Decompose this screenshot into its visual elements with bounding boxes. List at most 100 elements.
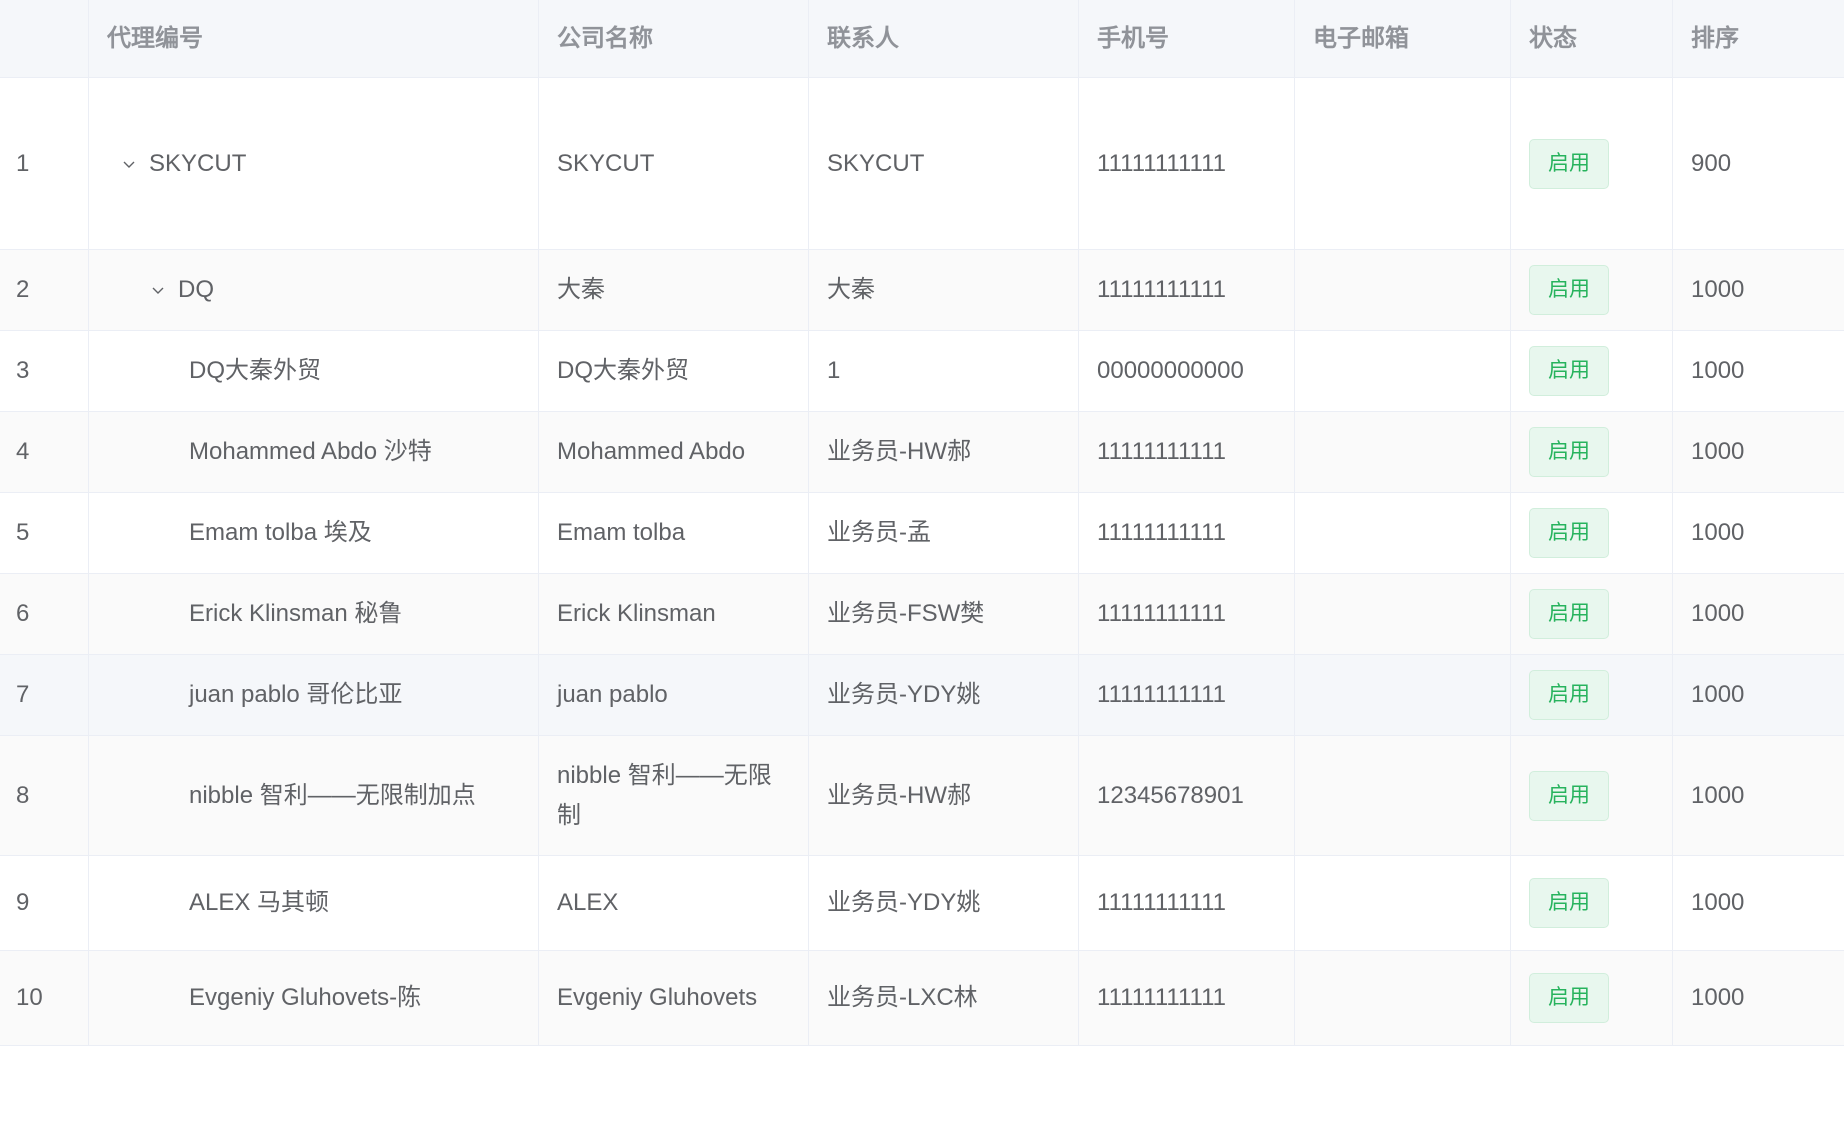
table-header: 代理编号 公司名称 联系人 手机号 电子邮箱 状态 排序 <box>0 0 1844 78</box>
header-status[interactable]: 状态 <box>1511 0 1673 77</box>
email <box>1295 856 1511 950</box>
table-row[interactable]: 2 DQ 大秦 大秦 11111111111 启用 1000 <box>0 250 1844 331</box>
phone: 11111111111 <box>1079 951 1295 1045</box>
header-phone[interactable]: 手机号 <box>1079 0 1295 77</box>
table-row[interactable]: 7 juan pablo 哥伦比亚 juan pablo 业务员-YDY姚 11… <box>0 655 1844 736</box>
chevron-down-icon[interactable] <box>146 278 170 302</box>
header-index <box>0 0 89 77</box>
company-name: Erick Klinsman <box>539 574 809 654</box>
phone: 00000000000 <box>1079 331 1295 411</box>
phone: 11111111111 <box>1079 856 1295 950</box>
row-index: 6 <box>0 574 89 654</box>
row-index: 1 <box>0 78 89 249</box>
agent-code-cell: SKYCUT <box>89 78 539 249</box>
agent-code-cell: ALEX 马其顿 <box>89 856 539 950</box>
header-company-name[interactable]: 公司名称 <box>539 0 809 77</box>
sort: 1000 <box>1691 681 1745 708</box>
row-index: 7 <box>0 655 89 735</box>
status-cell: 启用 <box>1511 574 1673 654</box>
email <box>1295 331 1511 411</box>
status-badge: 启用 <box>1529 265 1609 315</box>
email <box>1295 78 1511 249</box>
phone: 11111111111 <box>1079 493 1295 573</box>
status-cell: 启用 <box>1511 250 1673 330</box>
agent-code-cell: Emam tolba 埃及 <box>89 493 539 573</box>
table-row[interactable]: 10 Evgeniy Gluhovets-陈 Evgeniy Gluhovets… <box>0 951 1844 1046</box>
phone: 11111111111 <box>1079 78 1295 249</box>
status-badge: 启用 <box>1529 878 1609 928</box>
status-cell: 启用 <box>1511 951 1673 1045</box>
company-name: SKYCUT <box>539 78 809 249</box>
header-agent-code[interactable]: 代理编号 <box>89 0 539 77</box>
status-badge: 启用 <box>1529 670 1609 720</box>
agent-code: DQ <box>178 276 214 303</box>
agent-tree-table: 代理编号 公司名称 联系人 手机号 电子邮箱 状态 排序 1 SKYCUT SK… <box>0 0 1844 1138</box>
chevron-down-icon[interactable] <box>117 152 141 176</box>
agent-code: ALEX 马其顿 <box>189 889 330 916</box>
phone: 12345678901 <box>1079 736 1295 855</box>
header-contact[interactable]: 联系人 <box>809 0 1079 77</box>
row-index: 2 <box>0 250 89 330</box>
agent-code: nibble 智利——无限制加点 <box>189 781 476 809</box>
contact: 业务员-孟 <box>809 493 1079 573</box>
agent-code: Evgeniy Gluhovets-陈 <box>189 984 422 1011</box>
agent-code-cell: nibble 智利——无限制加点 <box>89 736 539 855</box>
table-row[interactable]: 1 SKYCUT SKYCUT SKYCUT 11111111111 启用 90… <box>0 78 1844 250</box>
status-cell: 启用 <box>1511 78 1673 249</box>
sort: 1000 <box>1691 519 1745 546</box>
row-index: 9 <box>0 856 89 950</box>
contact: 业务员-YDY姚 <box>809 655 1079 735</box>
agent-code: Emam tolba 埃及 <box>189 519 372 546</box>
agent-code: Mohammed Abdo 沙特 <box>189 438 432 465</box>
header-sort[interactable]: 排序 <box>1673 0 1844 77</box>
table-row[interactable]: 5 Emam tolba 埃及 Emam tolba 业务员-孟 1111111… <box>0 493 1844 574</box>
row-index: 5 <box>0 493 89 573</box>
table-row[interactable]: 8 nibble 智利——无限制加点 nibble 智利——无限制 业务员-HW… <box>0 736 1844 856</box>
contact: 业务员-FSW樊 <box>809 574 1079 654</box>
status-cell: 启用 <box>1511 655 1673 735</box>
contact: 业务员-HW郝 <box>809 412 1079 492</box>
agent-code: DQ大秦外贸 <box>189 357 321 384</box>
phone: 11111111111 <box>1079 250 1295 330</box>
status-badge: 启用 <box>1529 973 1609 1023</box>
email <box>1295 736 1511 855</box>
email <box>1295 412 1511 492</box>
contact: 1 <box>809 331 1079 411</box>
company-name: juan pablo <box>539 655 809 735</box>
company-name: nibble 智利——无限制 <box>539 736 809 855</box>
status-badge: 启用 <box>1529 427 1609 477</box>
table-row[interactable]: 3 DQ大秦外贸 DQ大秦外贸 1 00000000000 启用 1000 <box>0 331 1844 412</box>
status-cell: 启用 <box>1511 736 1673 855</box>
contact: 业务员-HW郝 <box>809 736 1079 855</box>
row-index: 4 <box>0 412 89 492</box>
sort: 1000 <box>1691 438 1745 465</box>
sort: 1000 <box>1691 781 1745 809</box>
email <box>1295 250 1511 330</box>
email <box>1295 574 1511 654</box>
company-name: Mohammed Abdo <box>539 412 809 492</box>
table-row[interactable]: 9 ALEX 马其顿 ALEX 业务员-YDY姚 11111111111 启用 … <box>0 856 1844 951</box>
sort: 1000 <box>1691 357 1745 384</box>
agent-code-cell: DQ大秦外贸 <box>89 331 539 411</box>
sort: 1000 <box>1691 889 1745 916</box>
table-row[interactable]: 6 Erick Klinsman 秘鲁 Erick Klinsman 业务员-F… <box>0 574 1844 655</box>
email <box>1295 655 1511 735</box>
contact: 大秦 <box>809 250 1079 330</box>
email <box>1295 493 1511 573</box>
row-index: 3 <box>0 331 89 411</box>
phone: 11111111111 <box>1079 412 1295 492</box>
agent-code-cell: Mohammed Abdo 沙特 <box>89 412 539 492</box>
agent-code-cell: Evgeniy Gluhovets-陈 <box>89 951 539 1045</box>
sort: 1000 <box>1691 984 1745 1011</box>
agent-code: juan pablo 哥伦比亚 <box>189 681 403 708</box>
status-cell: 启用 <box>1511 412 1673 492</box>
sort: 900 <box>1691 149 1732 177</box>
row-index: 10 <box>0 951 89 1045</box>
row-index: 8 <box>0 736 89 855</box>
header-email[interactable]: 电子邮箱 <box>1295 0 1511 77</box>
company-name: Emam tolba <box>539 493 809 573</box>
status-cell: 启用 <box>1511 331 1673 411</box>
phone: 11111111111 <box>1079 655 1295 735</box>
table-row[interactable]: 4 Mohammed Abdo 沙特 Mohammed Abdo 业务员-HW郝… <box>0 412 1844 493</box>
agent-code: Erick Klinsman 秘鲁 <box>189 600 403 627</box>
